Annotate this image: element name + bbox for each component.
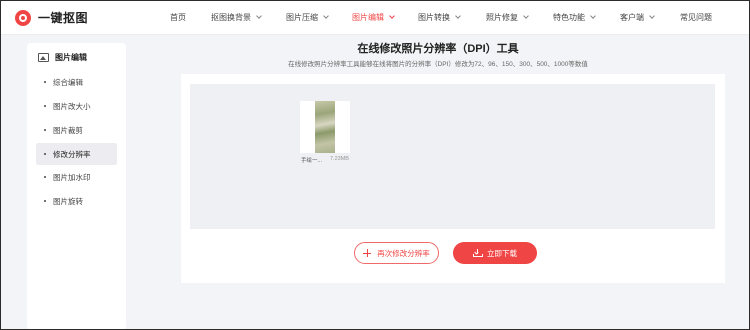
sidebar-item-change-resolution[interactable]: 修改分辨率 bbox=[36, 143, 117, 165]
sidebar-title: 图片编辑 bbox=[38, 52, 87, 63]
file-name: 手绘一... bbox=[301, 158, 323, 164]
bullet-icon bbox=[44, 81, 46, 83]
sidebar-item-watermark[interactable]: 图片加水印 bbox=[36, 166, 117, 188]
image-icon bbox=[38, 53, 49, 62]
chevron-down-icon bbox=[523, 13, 529, 19]
download-button[interactable]: 立即下载 bbox=[453, 242, 537, 264]
top-header: 一键抠图 首页 抠图换背景 图片压缩 图片编辑 图片转换 照片修复 特色功能 客… bbox=[0, 0, 750, 35]
sidebar-item-crop[interactable]: 图片裁剪 bbox=[36, 119, 117, 141]
nav-image-compress[interactable]: 图片压缩 bbox=[286, 12, 329, 23]
plus-icon bbox=[363, 249, 372, 257]
chevron-down-icon bbox=[323, 13, 329, 19]
redo-resolution-button[interactable]: 再次修改分辨率 bbox=[354, 242, 439, 264]
thumbnail-image bbox=[315, 101, 335, 153]
nav-image-convert[interactable]: 图片转换 bbox=[418, 12, 461, 23]
nav-featured[interactable]: 特色功能 bbox=[553, 12, 596, 23]
bullet-icon bbox=[44, 105, 46, 107]
bullet-icon bbox=[44, 153, 46, 155]
upload-area[interactable] bbox=[190, 84, 715, 229]
file-size: 7.23MB bbox=[330, 156, 349, 162]
image-thumbnail[interactable] bbox=[300, 101, 350, 153]
chevron-down-icon bbox=[649, 13, 655, 19]
nav-faq[interactable]: 常见问题 bbox=[680, 12, 712, 23]
chevron-down-icon bbox=[256, 13, 262, 19]
nav-image-edit[interactable]: 图片编辑 bbox=[352, 12, 395, 23]
chevron-down-icon bbox=[590, 13, 596, 19]
download-icon bbox=[473, 249, 483, 257]
bullet-icon bbox=[44, 200, 46, 202]
main-nav: 首页 抠图换背景 图片压缩 图片编辑 图片转换 照片修复 特色功能 客户端 常见… bbox=[0, 0, 750, 35]
bullet-icon bbox=[44, 176, 46, 178]
chevron-down-icon bbox=[455, 13, 461, 19]
chevron-down-icon bbox=[389, 13, 395, 19]
bullet-icon bbox=[44, 129, 46, 131]
page-subtitle: 在线修改照片分辨率工具能够在线将图片的分辨率（DPI）修改为72、96、150、… bbox=[288, 61, 588, 68]
sidebar-item-resize[interactable]: 图片改大小 bbox=[36, 95, 117, 117]
sidebar-item-comprehensive-edit[interactable]: 综合编辑 bbox=[36, 71, 117, 93]
nav-photo-repair[interactable]: 照片修复 bbox=[486, 12, 529, 23]
page-title: 在线修改照片分辨率（DPI）工具 bbox=[357, 43, 519, 55]
nav-home[interactable]: 首页 bbox=[170, 12, 186, 23]
nav-client[interactable]: 客户端 bbox=[620, 12, 655, 23]
sidebar-item-rotate[interactable]: 图片旋转 bbox=[36, 190, 117, 212]
sidebar: 图片编辑 综合编辑 图片改大小 图片裁剪 修改分辨率 图片加水印 图片旋转 bbox=[27, 43, 126, 330]
nav-cutout-background[interactable]: 抠图换背景 bbox=[211, 12, 262, 23]
